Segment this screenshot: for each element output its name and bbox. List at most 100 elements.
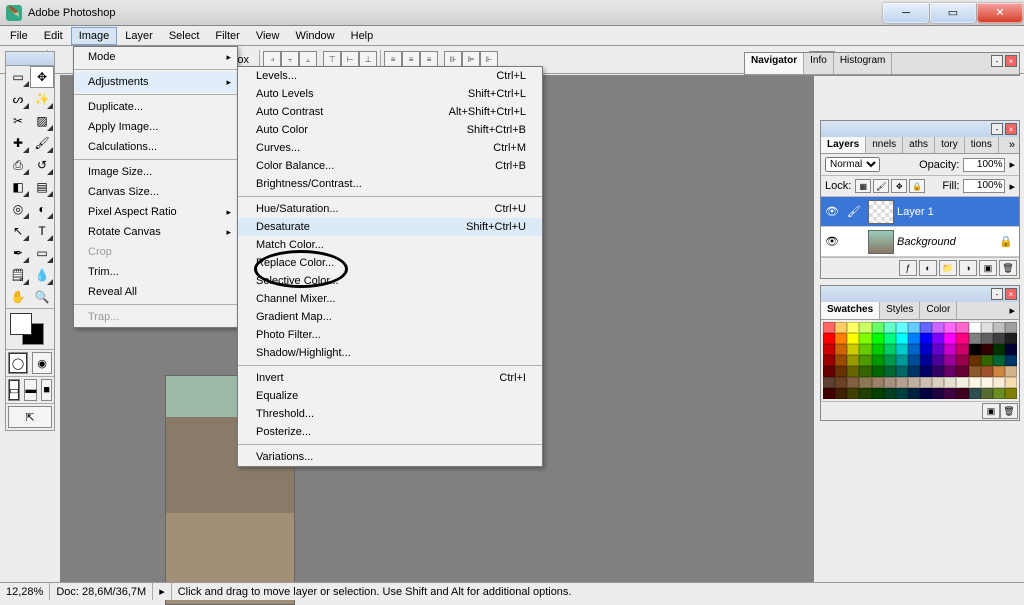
brush-tool[interactable]: 🖌 bbox=[30, 132, 54, 154]
move-tool[interactable]: ✥ bbox=[30, 66, 54, 88]
layer-mask-button[interactable]: ◐ bbox=[919, 260, 937, 276]
adjustments-item[interactable]: Levels...Ctrl+L bbox=[238, 67, 542, 85]
lock-transparency-icon[interactable]: ▦ bbox=[855, 179, 871, 193]
swatch-cell[interactable] bbox=[981, 333, 993, 344]
delete-layer-button[interactable]: 🗑 bbox=[999, 260, 1017, 276]
swatch-cell[interactable] bbox=[847, 322, 859, 333]
panel-minimize-button[interactable]: - bbox=[991, 288, 1003, 300]
new-adjustment-button[interactable]: ◑ bbox=[959, 260, 977, 276]
swatch-cell[interactable] bbox=[884, 377, 896, 388]
blur-tool[interactable]: ◎ bbox=[6, 198, 30, 220]
swatch-cell[interactable] bbox=[896, 355, 908, 366]
swatch-cell[interactable] bbox=[835, 366, 847, 377]
image-menu-item[interactable]: Pixel Aspect Ratio bbox=[74, 202, 237, 222]
opacity-value[interactable]: 100% bbox=[963, 158, 1005, 172]
adjustments-item[interactable]: Shadow/Highlight... bbox=[238, 344, 542, 362]
swatch-cell[interactable] bbox=[969, 388, 981, 399]
swatch-cell[interactable] bbox=[944, 355, 956, 366]
swatch-cell[interactable] bbox=[908, 344, 920, 355]
swatch-cell[interactable] bbox=[847, 388, 859, 399]
swatch-cell[interactable] bbox=[969, 344, 981, 355]
pen-tool[interactable]: ✒ bbox=[6, 242, 30, 264]
swatch-cell[interactable] bbox=[932, 388, 944, 399]
slice-tool[interactable]: ▨ bbox=[30, 110, 54, 132]
layers-panel-tab[interactable]: nnels bbox=[866, 137, 903, 153]
swatch-cell[interactable] bbox=[896, 377, 908, 388]
swatch-cell[interactable] bbox=[932, 366, 944, 377]
layer-name[interactable]: Background bbox=[897, 236, 956, 248]
swatch-cell[interactable] bbox=[932, 377, 944, 388]
swatch-cell[interactable] bbox=[872, 355, 884, 366]
layers-panel-tab[interactable]: tions bbox=[965, 137, 999, 153]
adjustments-item[interactable]: Auto ContrastAlt+Shift+Ctrl+L bbox=[238, 103, 542, 121]
zoom-tool[interactable]: 🔍 bbox=[30, 286, 54, 308]
panel-close-button[interactable]: × bbox=[1005, 123, 1017, 135]
standard-mode-button[interactable]: ◯ bbox=[8, 352, 28, 374]
swatch-cell[interactable] bbox=[920, 344, 932, 355]
swatch-cell[interactable] bbox=[956, 344, 968, 355]
image-menu-item[interactable]: Adjustments bbox=[74, 72, 237, 92]
swatch-cell[interactable] bbox=[993, 355, 1005, 366]
adjustments-item[interactable]: Color Balance...Ctrl+B bbox=[238, 157, 542, 175]
swatch-cell[interactable] bbox=[823, 333, 835, 344]
menu-layer[interactable]: Layer bbox=[117, 27, 161, 45]
stamp-tool[interactable]: ⎙ bbox=[6, 154, 30, 176]
swatch-cell[interactable] bbox=[920, 355, 932, 366]
crop-tool[interactable]: ✂ bbox=[6, 110, 30, 132]
swatch-cell[interactable] bbox=[859, 344, 871, 355]
swatch-cell[interactable] bbox=[872, 322, 884, 333]
adjustments-item[interactable]: Equalize bbox=[238, 387, 542, 405]
swatch-cell[interactable] bbox=[872, 366, 884, 377]
swatch-cell[interactable] bbox=[823, 344, 835, 355]
adjustments-item[interactable]: Channel Mixer... bbox=[238, 290, 542, 308]
swatch-cell[interactable] bbox=[944, 322, 956, 333]
swatch-cell[interactable] bbox=[920, 333, 932, 344]
menu-help[interactable]: Help bbox=[343, 27, 382, 45]
swatch-cell[interactable] bbox=[956, 388, 968, 399]
visibility-icon[interactable]: 👁 bbox=[821, 235, 843, 248]
menu-image[interactable]: Image bbox=[71, 27, 118, 45]
swatch-cell[interactable] bbox=[993, 344, 1005, 355]
type-tool[interactable]: T bbox=[30, 220, 54, 242]
layers-panel-tab[interactable]: aths bbox=[903, 137, 935, 153]
swatch-cell[interactable] bbox=[956, 333, 968, 344]
swatch-cell[interactable] bbox=[859, 355, 871, 366]
status-flyout-icon[interactable]: ▸ bbox=[153, 583, 172, 600]
maximize-button[interactable]: ▭ bbox=[930, 3, 976, 23]
magic-wand-tool[interactable]: ✨ bbox=[30, 88, 54, 110]
adjustments-item[interactable]: Curves...Ctrl+M bbox=[238, 139, 542, 157]
swatch-cell[interactable] bbox=[872, 344, 884, 355]
swatch-cell[interactable] bbox=[993, 322, 1005, 333]
flyout-icon[interactable]: ▸ bbox=[1005, 302, 1019, 319]
swatch-cell[interactable] bbox=[859, 366, 871, 377]
menu-edit[interactable]: Edit bbox=[36, 27, 71, 45]
lock-all-icon[interactable]: 🔒 bbox=[909, 179, 925, 193]
dodge-tool[interactable]: ◐ bbox=[30, 198, 54, 220]
swatches-tab[interactable]: Swatches bbox=[821, 302, 880, 319]
panel-close-button[interactable]: × bbox=[1005, 55, 1017, 67]
menu-filter[interactable]: Filter bbox=[207, 27, 247, 45]
swatch-cell[interactable] bbox=[944, 333, 956, 344]
adjustments-item[interactable]: Replace Color... bbox=[238, 254, 542, 272]
layer-thumbnail[interactable] bbox=[868, 230, 894, 254]
swatch-cell[interactable] bbox=[944, 366, 956, 377]
adjustments-item[interactable]: InvertCtrl+I bbox=[238, 369, 542, 387]
swatch-cell[interactable] bbox=[872, 377, 884, 388]
adjustments-item[interactable]: DesaturateShift+Ctrl+U bbox=[238, 218, 542, 236]
fill-value[interactable]: 100% bbox=[963, 179, 1005, 193]
minimize-button[interactable]: ─ bbox=[883, 3, 929, 23]
swatch-cell[interactable] bbox=[956, 377, 968, 388]
swatch-cell[interactable] bbox=[908, 388, 920, 399]
adjustments-item[interactable]: Selective Color... bbox=[238, 272, 542, 290]
swatch-cell[interactable] bbox=[872, 388, 884, 399]
layers-panel-tab[interactable]: Layers bbox=[821, 137, 866, 153]
image-menu-item[interactable]: Reveal All bbox=[74, 282, 237, 302]
link-icon[interactable]: 🖌 bbox=[843, 205, 865, 218]
image-menu-item[interactable]: Canvas Size... bbox=[74, 182, 237, 202]
swatch-cell[interactable] bbox=[835, 377, 847, 388]
flyout-icon[interactable]: ▸ bbox=[1009, 158, 1015, 171]
swatch-cell[interactable] bbox=[847, 366, 859, 377]
swatch-cell[interactable] bbox=[1005, 322, 1017, 333]
swatch-cell[interactable] bbox=[993, 377, 1005, 388]
adjustments-item[interactable]: Match Color... bbox=[238, 236, 542, 254]
